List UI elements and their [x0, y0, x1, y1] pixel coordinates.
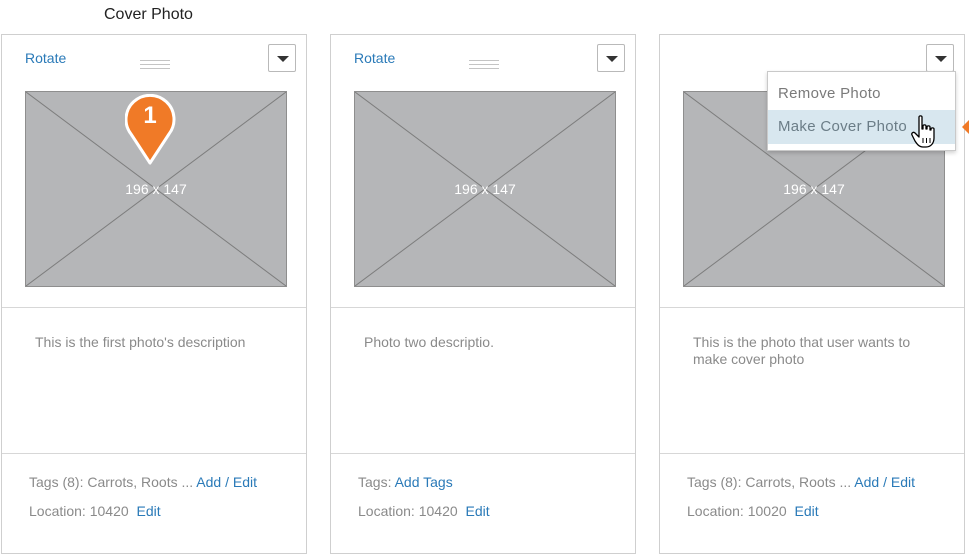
rotate-link[interactable]: Rotate: [354, 50, 395, 66]
page-title: Cover Photo: [104, 6, 193, 23]
location-text: Location: 10420: [358, 503, 458, 519]
card-description-area: This is the photo that user wants to mak…: [660, 307, 964, 454]
chevron-down-icon: [606, 56, 618, 62]
photo-menu-button[interactable]: [268, 44, 296, 72]
location-edit-link[interactable]: Edit: [795, 503, 819, 519]
tags-text: Tags (8): Carrots, Roots ...: [29, 474, 194, 490]
callout-arrow-icon: [962, 120, 969, 134]
rotate-link[interactable]: Rotate: [25, 50, 66, 66]
card-photo-area: Rotate 196 x 147: [2, 35, 306, 308]
marker-number: 1: [143, 102, 157, 129]
card-meta-area: Tags (8): Carrots, Roots ... Add / Edit …: [660, 454, 964, 553]
photo-size-label: 196 x 147: [783, 181, 845, 197]
tags-text: Tags (8): Carrots, Roots ...: [687, 474, 852, 490]
drag-handle-icon[interactable]: [140, 60, 170, 69]
location-line: Location: 10020 Edit: [687, 503, 819, 519]
photo-card-2: Rotate 196 x 147 Photo two descriptio. T…: [330, 34, 636, 554]
location-text: Location: 10020: [687, 503, 787, 519]
photo-size-label: 196 x 147: [454, 181, 516, 197]
location-edit-link[interactable]: Edit: [466, 503, 490, 519]
photo-size-label: 196 x 147: [125, 181, 187, 197]
card-meta-area: Tags (8): Carrots, Roots ... Add / Edit …: [2, 454, 306, 553]
chevron-down-icon: [935, 56, 947, 62]
annotation-marker: 1: [124, 93, 179, 166]
tags-line: Tags (8): Carrots, Roots ... Add / Edit: [687, 474, 915, 490]
location-line: Location: 10420 Edit: [29, 503, 161, 519]
tags-line: Tags: Add Tags: [358, 474, 453, 490]
photo-description[interactable]: This is the first photo's description: [35, 334, 276, 351]
tags-edit-link[interactable]: Add / Edit: [854, 474, 915, 490]
hand-pointer-icon: [911, 115, 935, 148]
location-edit-link[interactable]: Edit: [137, 503, 161, 519]
photo-placeholder[interactable]: 196 x 147: [354, 91, 616, 287]
tags-edit-link[interactable]: Add / Edit: [196, 474, 257, 490]
photo-description[interactable]: Photo two descriptio.: [364, 334, 605, 351]
tags-text: Tags:: [358, 474, 392, 490]
menu-item-remove-photo[interactable]: Remove Photo: [768, 77, 955, 111]
photo-menu-button[interactable]: [597, 44, 625, 72]
photo-description[interactable]: This is the photo that user wants to mak…: [693, 334, 934, 368]
tags-line: Tags (8): Carrots, Roots ... Add / Edit: [29, 474, 257, 490]
location-line: Location: 10420 Edit: [358, 503, 490, 519]
card-description-area: Photo two descriptio.: [331, 307, 635, 454]
location-text: Location: 10420: [29, 503, 129, 519]
add-tags-link[interactable]: Add Tags: [395, 474, 453, 490]
card-photo-area: Rotate 196 x 147: [331, 35, 635, 308]
card-meta-area: Tags: Add Tags Location: 10420 Edit: [331, 454, 635, 553]
photo-menu-button[interactable]: [926, 44, 954, 72]
card-description-area: This is the first photo's description: [2, 307, 306, 454]
drag-handle-icon[interactable]: [469, 60, 499, 69]
chevron-down-icon: [277, 56, 289, 62]
